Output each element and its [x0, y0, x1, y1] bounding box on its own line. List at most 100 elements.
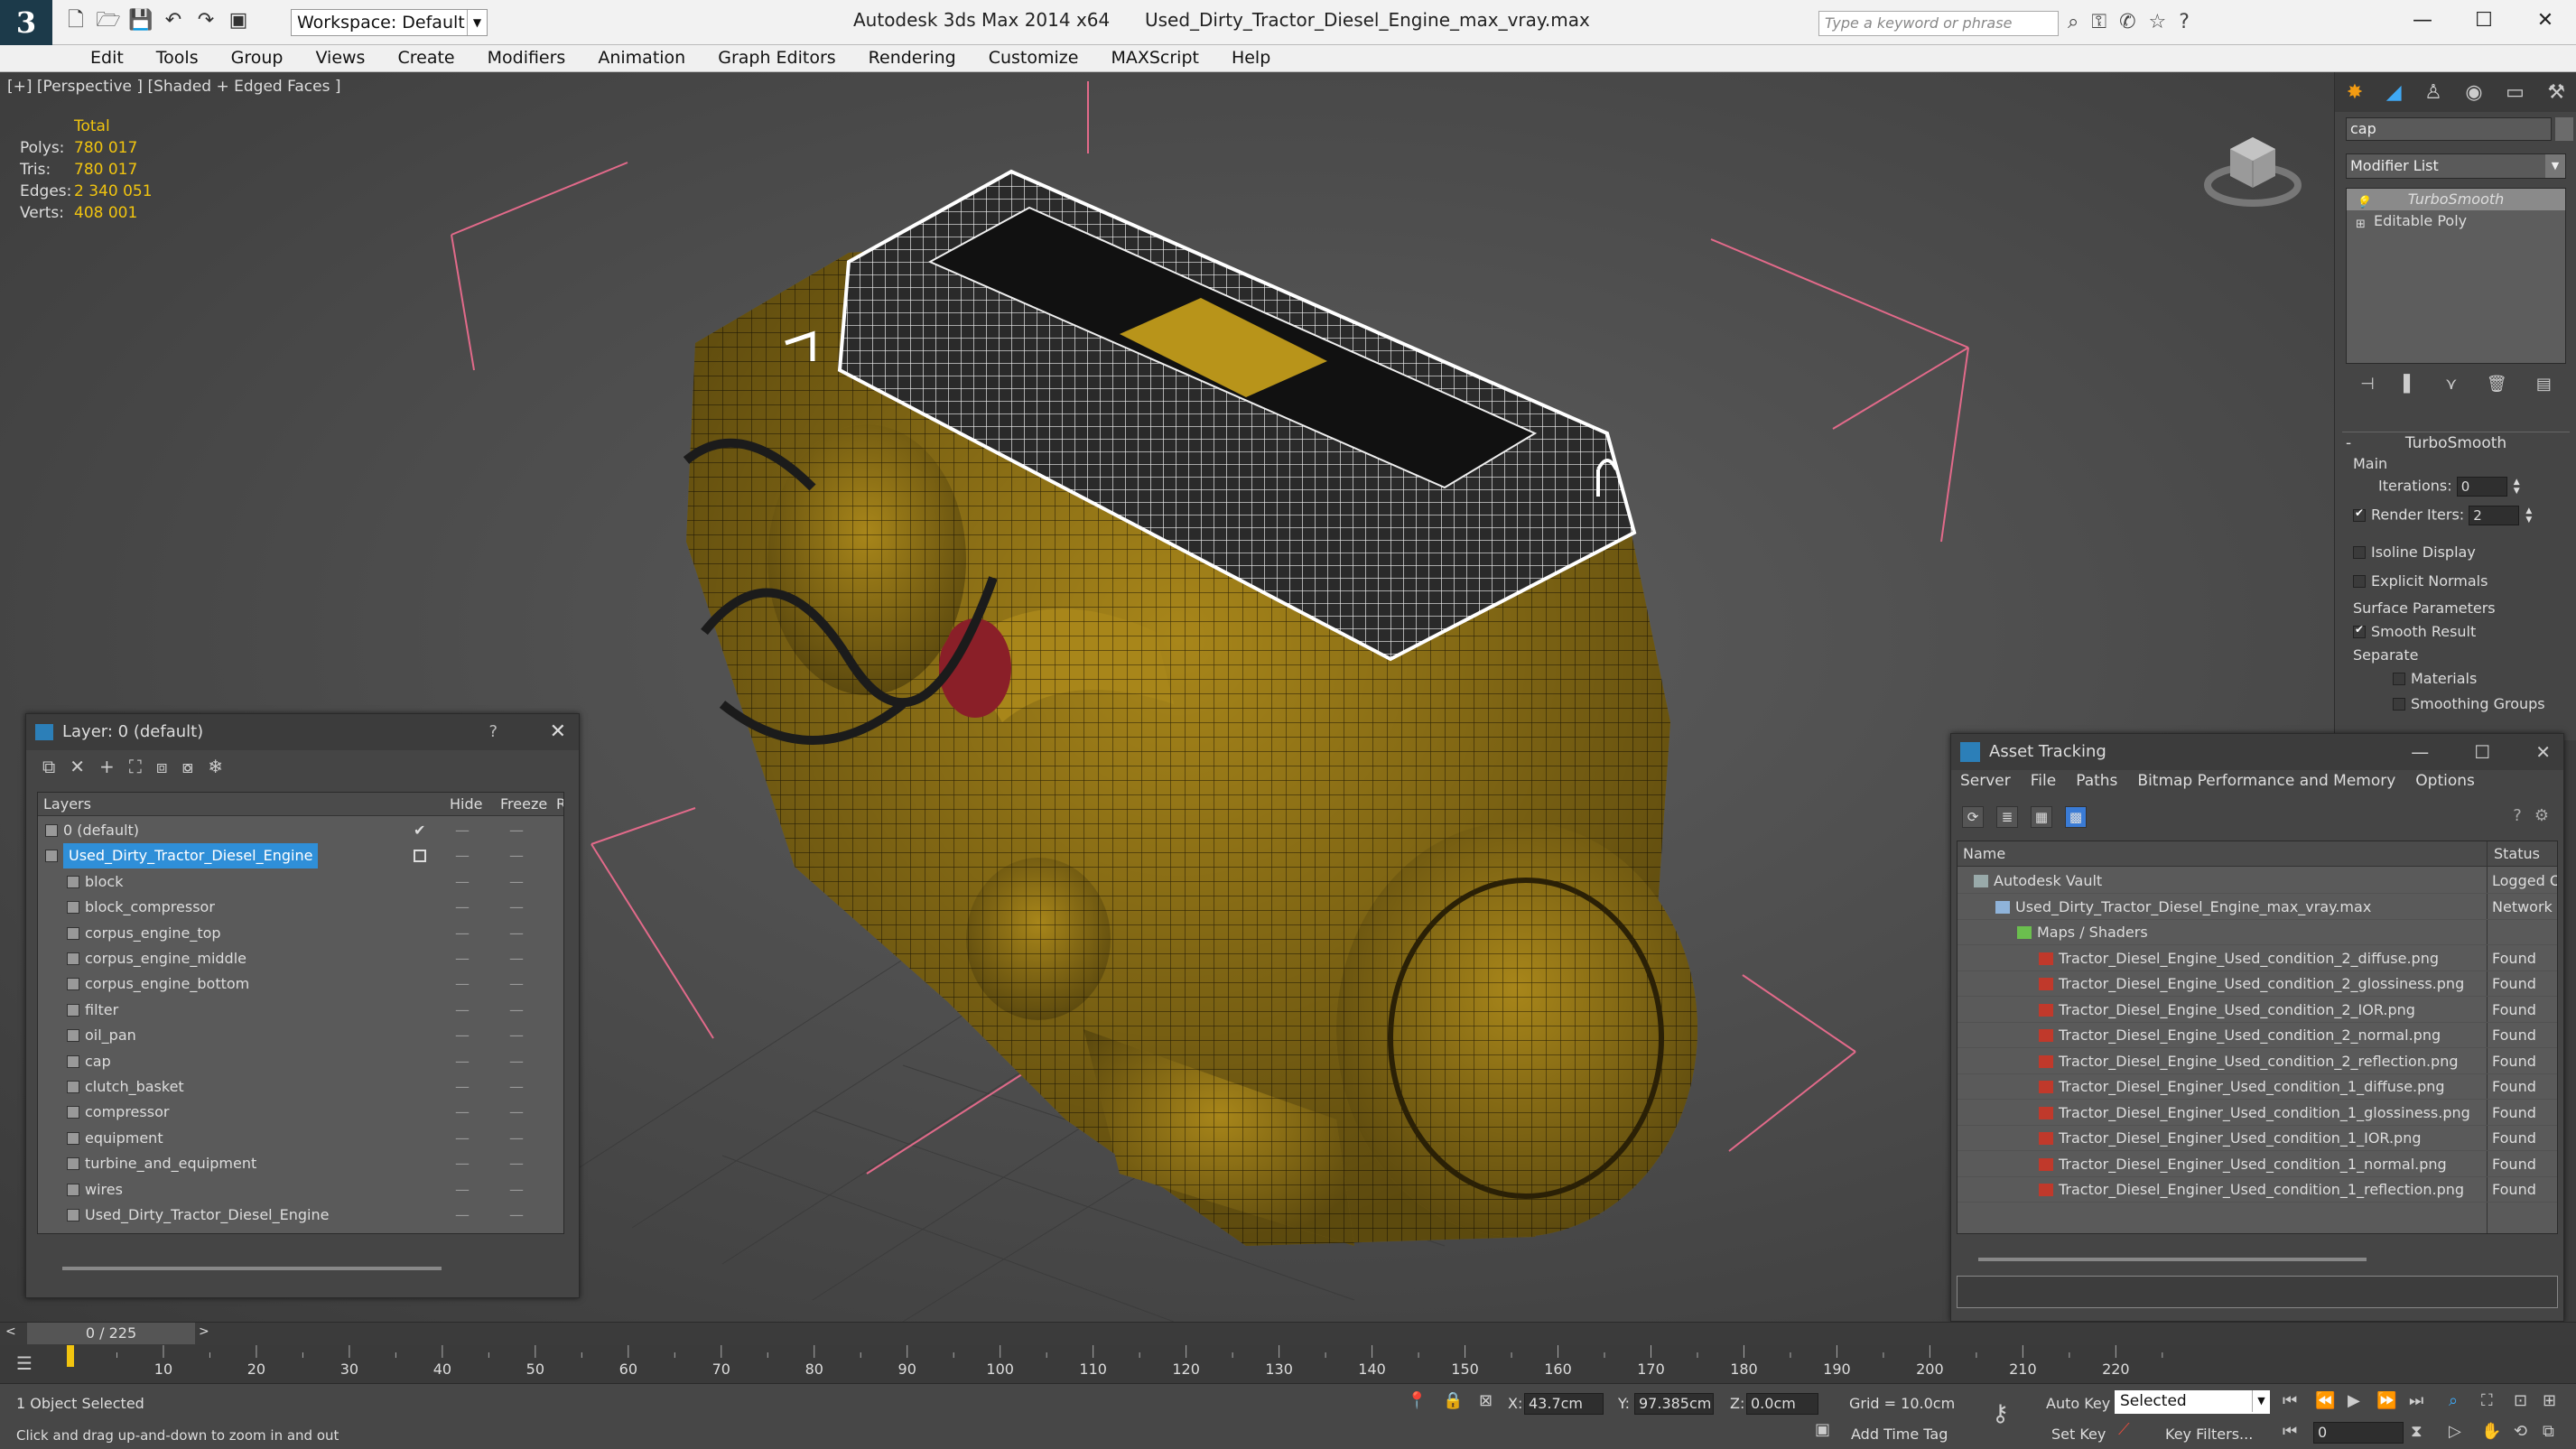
freeze-all-layers-icon[interactable]: ❄ — [208, 756, 223, 777]
menu-graph-editors[interactable]: Graph Editors — [702, 48, 851, 68]
asset-row[interactable]: Tractor_Diesel_Enginer_Used_condition_1_… — [1958, 1074, 2557, 1100]
asset-menu-options[interactable]: Options — [2415, 772, 2475, 790]
horizontal-scrollbar[interactable] — [62, 1267, 442, 1270]
layer-row[interactable]: block_compressor — — — [38, 895, 563, 920]
layer-row[interactable]: Used_Dirty_Tractor_Diesel_Engine — — — [38, 1203, 563, 1228]
z-coordinate-field[interactable]: 0.0cm — [1746, 1393, 1818, 1415]
asset-menu-paths[interactable]: Paths — [2076, 772, 2117, 790]
object-name-field[interactable]: cap — [2346, 117, 2552, 141]
remove-modifier-icon[interactable]: 🗑 — [2487, 375, 2507, 394]
configure-sets-icon[interactable]: ▤ — [2536, 375, 2552, 394]
pin-stack-icon[interactable]: ⊣ — [2360, 375, 2375, 394]
column-hide[interactable]: Hide — [450, 793, 482, 816]
column-freeze[interactable]: Freeze — [500, 793, 547, 816]
asset-row[interactable]: Tractor_Diesel_Enginer_Used_condition_1_… — [1958, 1177, 2557, 1203]
asset-row[interactable]: Tractor_Diesel_Engine_Used_condition_2_g… — [1958, 971, 2557, 997]
hide-toggle[interactable]: — — [455, 1151, 470, 1176]
add-time-tag[interactable]: Add Time Tag — [1851, 1426, 1948, 1443]
layer-row[interactable]: compressor — — — [38, 1100, 563, 1125]
zoom-extents-icon[interactable]: ⊡ — [2514, 1391, 2527, 1410]
freeze-toggle[interactable]: — — [509, 1126, 524, 1151]
select-objects-icon[interactable]: ⛶ — [129, 756, 142, 777]
layer-row[interactable]: corpus_engine_bottom — — — [38, 971, 563, 997]
next-frame-icon[interactable]: ⏩ — [2376, 1391, 2396, 1410]
hide-all-layers-icon[interactable]: ⧇ — [182, 756, 194, 777]
menu-animation[interactable]: Animation — [581, 48, 702, 68]
time-tag-icon[interactable]: ▣ — [1815, 1420, 1830, 1439]
settings-icon[interactable]: ⚙ — [2534, 806, 2549, 825]
layer-row[interactable]: cap — — — [38, 1049, 563, 1074]
maximize-icon[interactable]: ☐ — [2474, 734, 2490, 770]
asset-menu-server[interactable]: Server — [1960, 772, 2011, 790]
mini-curve-editor-icon[interactable]: ☰ — [16, 1352, 33, 1374]
help-icon[interactable]: ? — [488, 714, 498, 750]
column-render[interactable]: R — [556, 793, 563, 816]
undo-icon[interactable]: ↶ — [161, 8, 186, 33]
hide-toggle[interactable]: — — [455, 921, 470, 946]
workspace-dropdown[interactable]: Workspace: Default ▼ — [291, 9, 488, 36]
minimize-icon[interactable]: — — [2392, 0, 2453, 42]
asset-row[interactable]: Tractor_Diesel_Engine_Used_condition_2_r… — [1958, 1049, 2557, 1074]
hide-toggle[interactable]: — — [455, 998, 470, 1023]
layer-row[interactable]: oil_pan — — — [38, 1023, 563, 1048]
asset-row[interactable]: Tractor_Diesel_Engine_Used_condition_2_I… — [1958, 998, 2557, 1023]
hide-toggle[interactable]: — — [455, 895, 470, 920]
table-view-icon[interactable]: ▩ — [2065, 806, 2087, 828]
asset-row[interactable]: Autodesk Vault Logged O — [1958, 868, 2557, 894]
play-icon[interactable]: ▶ — [2348, 1391, 2360, 1410]
x-coordinate-field[interactable]: 43.7cm — [1524, 1393, 1604, 1415]
add-to-layer-icon[interactable]: + — [99, 756, 115, 777]
zoom-icon[interactable]: ⌕ — [2449, 1391, 2458, 1410]
menu-customize[interactable]: Customize — [972, 48, 1095, 68]
key-icon[interactable]: ⚷ — [1992, 1400, 2009, 1427]
active-layer-check-icon[interactable]: ✔ — [414, 818, 425, 843]
track-bar[interactable]: ☰ 10 20 30 40 50 60 70 80 90 100 110 120 130 140 150 16… — [0, 1345, 2576, 1383]
smoothing-groups-checkbox[interactable] — [2393, 698, 2405, 711]
freeze-toggle[interactable]: — — [509, 1023, 524, 1048]
column-name[interactable]: Name — [1963, 841, 2005, 867]
modifier-list-dropdown[interactable]: Modifier List ▼ — [2346, 153, 2566, 179]
display-tab-icon[interactable]: ▭ — [2506, 81, 2525, 104]
stack-item-turbosmooth[interactable]: 💡 TurboSmooth — [2347, 189, 2565, 210]
auto-key-button[interactable]: Auto Key — [2046, 1395, 2110, 1412]
hide-toggle[interactable]: — — [455, 1074, 470, 1100]
column-layers[interactable]: Layers — [43, 793, 91, 816]
y-coordinate-field[interactable]: 97.385cm — [1634, 1393, 1714, 1415]
layer-row[interactable]: corpus_engine_middle — — — [38, 946, 563, 971]
transform-mode-icon[interactable]: ⊠ — [1479, 1391, 1493, 1410]
minimize-icon[interactable]: — — [2411, 734, 2429, 770]
layer-row[interactable]: clutch_basket — — — [38, 1074, 563, 1100]
stack-item-editable-poly[interactable]: ⊞ Editable Poly — [2347, 210, 2565, 232]
asset-row[interactable]: Tractor_Diesel_Enginer_Used_condition_1_… — [1958, 1126, 2557, 1151]
layer-row[interactable]: corpus_engine_top — — — [38, 921, 563, 946]
spinner-arrows-icon[interactable]: ▲ ▼ — [2514, 478, 2520, 496]
communication-icon[interactable]: ✆ — [2119, 11, 2135, 33]
project-folder-icon[interactable]: ▣ — [226, 8, 251, 33]
iterations-spinner[interactable]: 0 — [2456, 477, 2507, 497]
key-filters-button[interactable]: Key Filters... — [2165, 1426, 2253, 1443]
menu-modifiers[interactable]: Modifiers — [471, 48, 582, 68]
object-color-swatch[interactable] — [2555, 117, 2573, 141]
explicit-normals-checkbox[interactable] — [2353, 575, 2366, 588]
asset-row[interactable]: Maps / Shaders — [1958, 920, 2557, 945]
hide-toggle[interactable]: — — [455, 818, 470, 843]
thumbnail-view-icon[interactable]: ▦ — [2031, 806, 2052, 828]
layer-row[interactable]: equipment — — — [38, 1126, 563, 1151]
menu-views[interactable]: Views — [299, 48, 381, 68]
isoline-checkbox[interactable] — [2353, 546, 2366, 559]
current-frame-marker[interactable] — [67, 1345, 74, 1367]
make-unique-icon[interactable]: ⋎ — [2445, 375, 2457, 394]
modify-tab-icon[interactable]: ◢ — [2386, 81, 2402, 104]
hide-toggle[interactable]: — — [455, 971, 470, 997]
chevron-right-icon[interactable]: > — [199, 1324, 209, 1339]
render-iters-spinner[interactable]: 2 — [2469, 506, 2520, 525]
menu-group[interactable]: Group — [215, 48, 300, 68]
maximize-icon[interactable]: ☐ — [2453, 0, 2515, 42]
freeze-toggle[interactable]: — — [509, 1049, 524, 1074]
asset-row[interactable]: Tractor_Diesel_Engine_Used_condition_2_n… — [1958, 1023, 2557, 1048]
save-file-icon[interactable]: 💾 — [128, 8, 153, 33]
go-to-end-icon[interactable]: ⏭ — [2409, 1391, 2423, 1410]
asset-window-titlebar[interactable]: Asset Tracking — ☐ ✕ — [1951, 734, 2563, 770]
hierarchy-tab-icon[interactable]: ♙ — [2424, 81, 2442, 104]
binoculars-icon[interactable]: ⌕ — [2068, 11, 2078, 33]
